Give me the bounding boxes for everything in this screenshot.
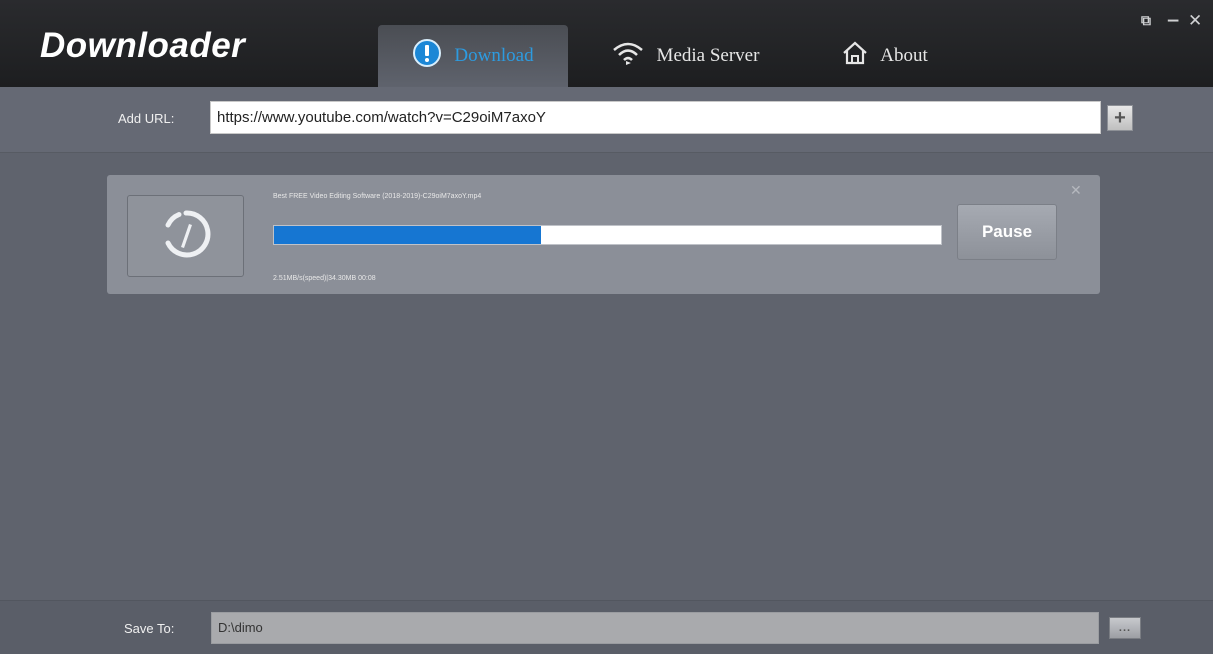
- download-icon: [412, 38, 454, 74]
- title-bar: Downloader Download Media Server About ⧉…: [0, 0, 1213, 87]
- app-logo-icon: [159, 207, 213, 266]
- save-to-path-field[interactable]: D:\dimo: [211, 612, 1099, 644]
- add-url-label: Add URL:: [118, 111, 175, 126]
- video-thumbnail: [127, 195, 244, 277]
- tab-about-label: About: [880, 45, 928, 66]
- home-icon: [842, 41, 880, 71]
- tab-download-label: Download: [454, 45, 534, 66]
- restore-icon[interactable]: ⧉: [1141, 12, 1151, 30]
- download-progress-fill: [274, 226, 541, 244]
- pause-button[interactable]: Pause: [957, 204, 1057, 260]
- browse-folder-button[interactable]: ...: [1109, 617, 1141, 639]
- close-icon[interactable]: ✕: [1188, 12, 1202, 30]
- tab-download[interactable]: Download: [378, 25, 568, 87]
- tab-about[interactable]: About: [820, 25, 950, 87]
- wifi-icon: [611, 40, 657, 72]
- download-file-name: Best FREE Video Editing Software (2018-2…: [273, 193, 482, 200]
- app-title: Downloader: [40, 26, 246, 65]
- download-status-text: 2.51MB/s(speed)|34.30MB 00:08: [273, 275, 376, 282]
- tab-media-server[interactable]: Media Server: [585, 25, 785, 87]
- tab-media-server-label: Media Server: [656, 45, 760, 66]
- download-progress-bar: [273, 225, 942, 245]
- save-to-label: Save To:: [124, 621, 175, 636]
- minimize-icon[interactable]: −: [1166, 12, 1180, 30]
- url-input[interactable]: https://www.youtube.com/watch?v=C29oiM7a…: [210, 101, 1101, 134]
- add-url-button[interactable]: +: [1107, 105, 1133, 131]
- remove-download-icon[interactable]: ✕: [1070, 182, 1082, 199]
